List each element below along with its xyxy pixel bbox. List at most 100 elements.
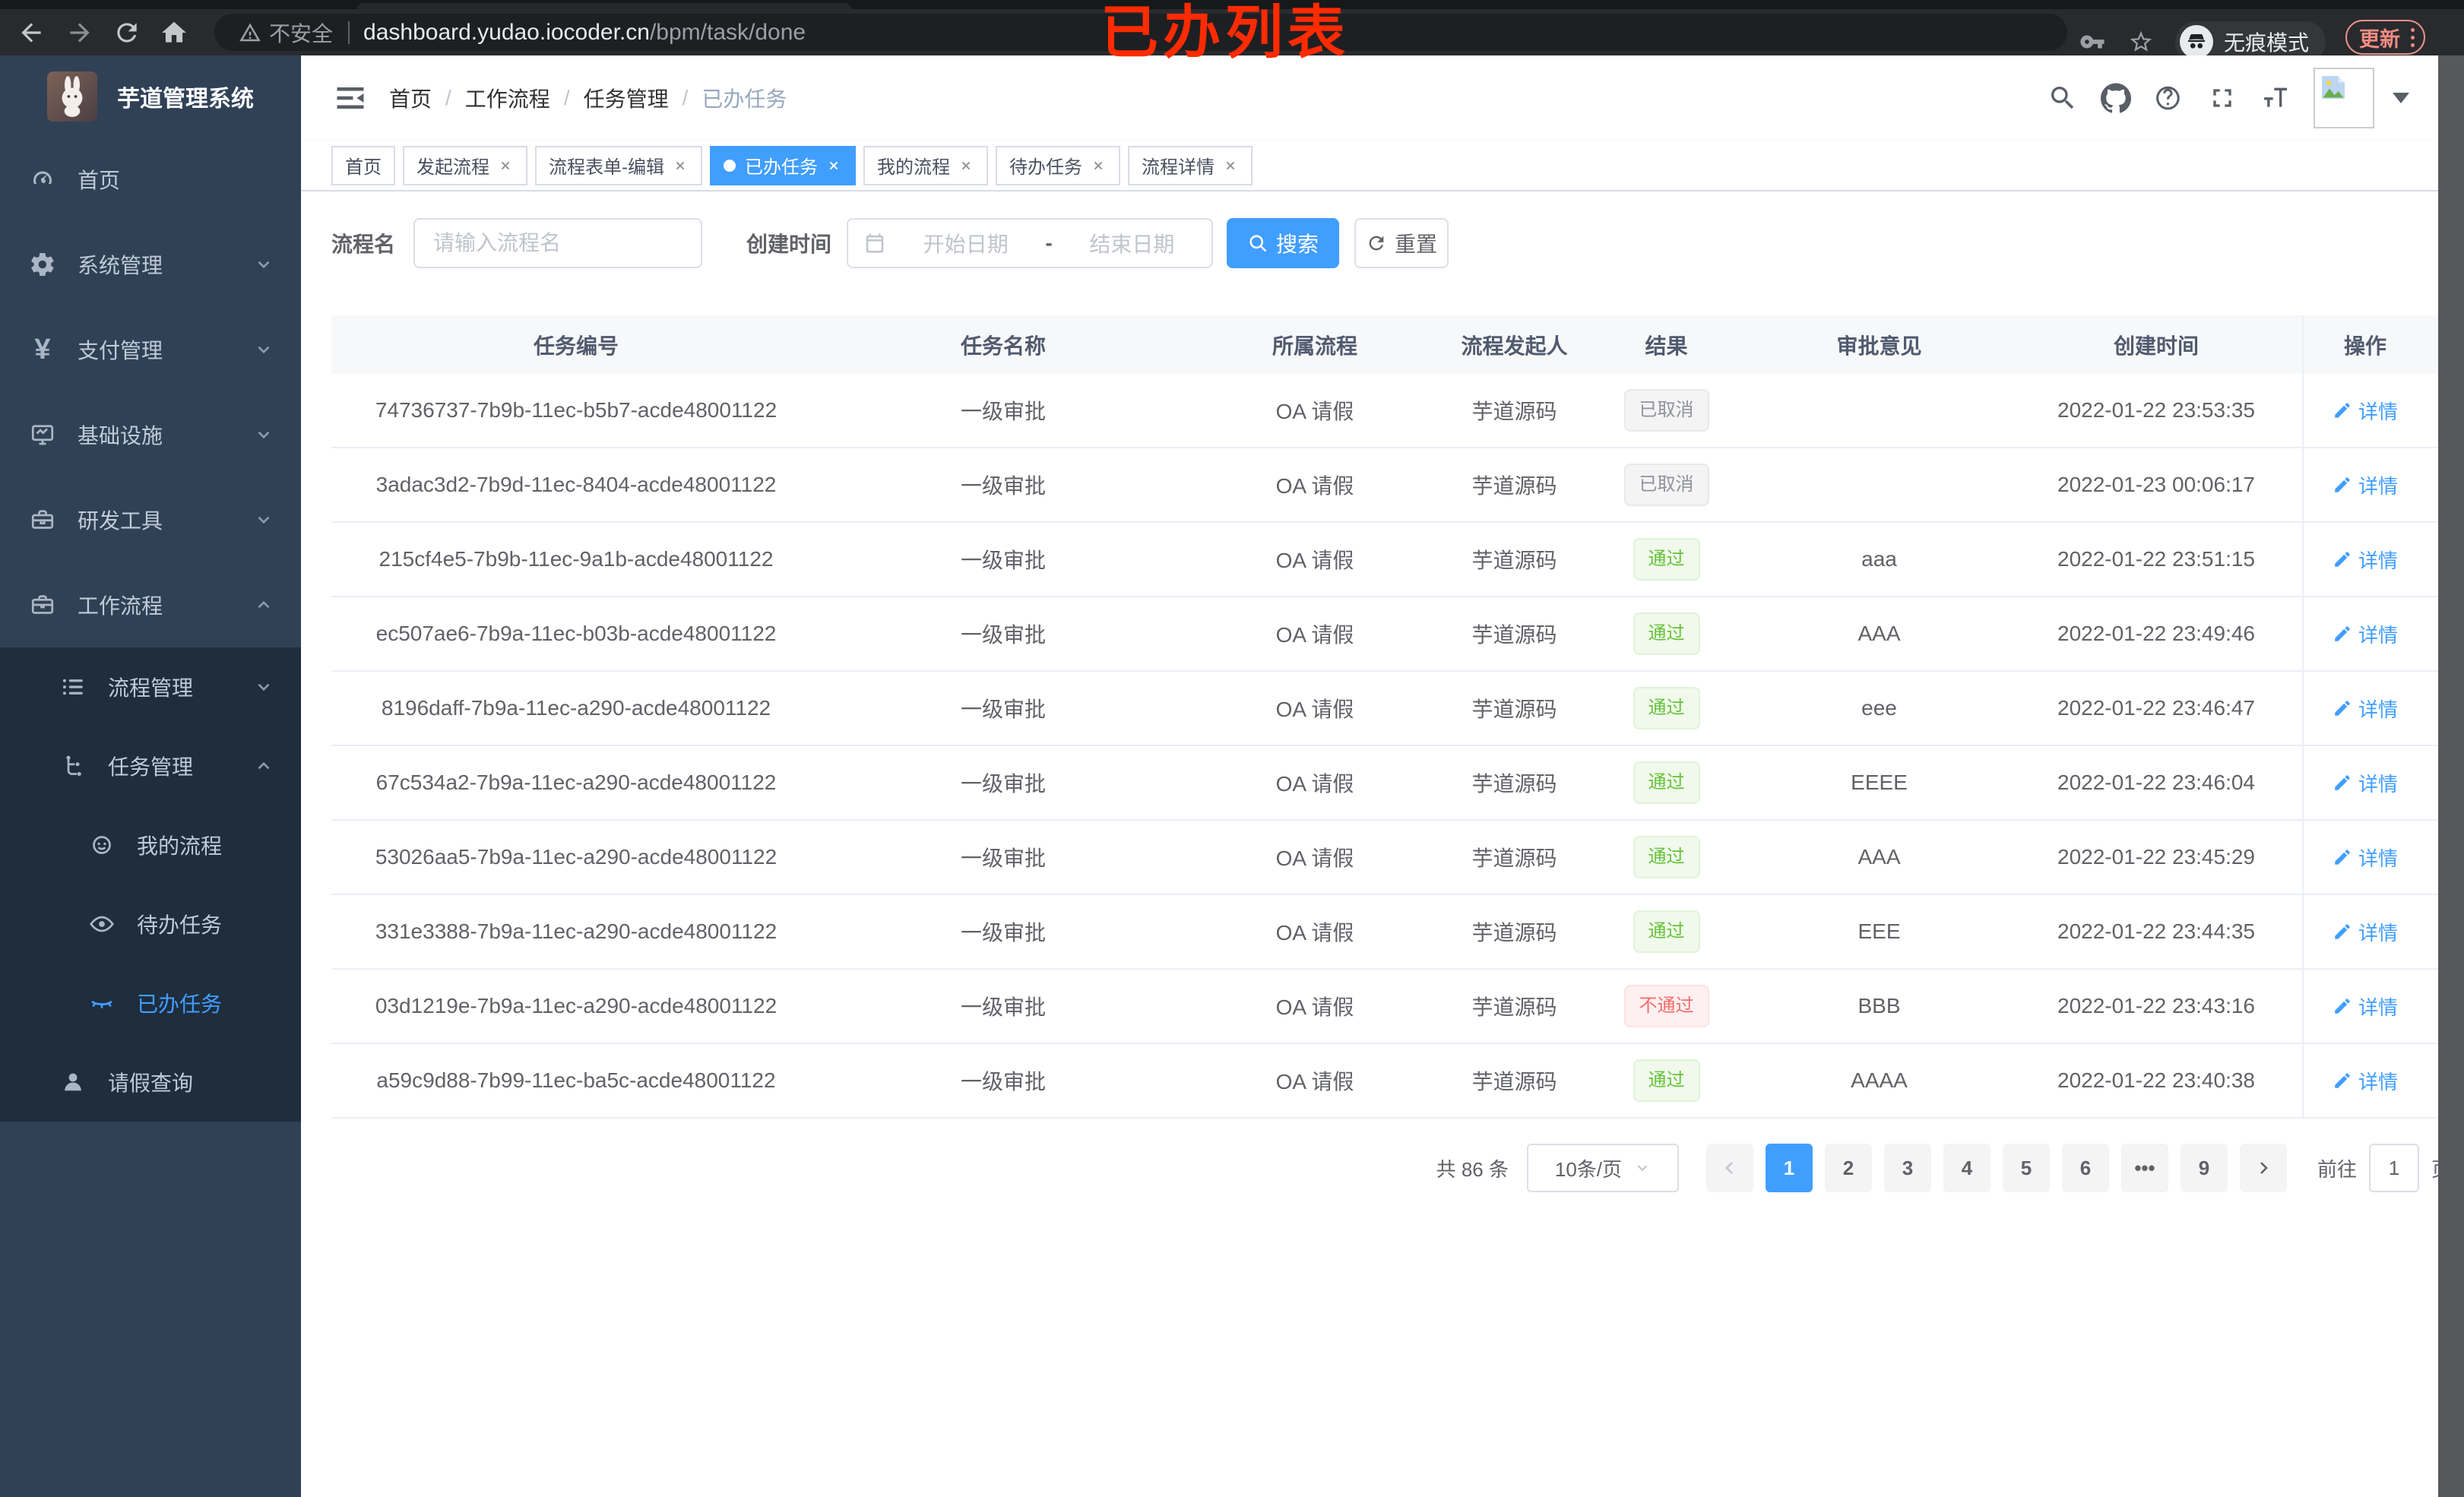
forward-icon[interactable] (65, 18, 94, 47)
browser-tab[interactable] (357, 3, 851, 9)
page-button-5[interactable]: 5 (2002, 1144, 2050, 1192)
status-badge: 通过 (1633, 687, 1700, 730)
browser-scrollbar[interactable] (2438, 55, 2464, 1497)
breadcrumb-home[interactable]: 首页 (389, 83, 432, 113)
table-row: a59c9d88-7b99-11ec-ba5c-acde48001122 一级审… (331, 1044, 2451, 1119)
help-icon[interactable] (2154, 83, 2184, 113)
sidebar-item-workflow[interactable]: 工作流程 (0, 562, 301, 647)
chevron-down-icon (258, 346, 270, 354)
page-button-9[interactable]: 9 (2180, 1144, 2228, 1192)
edit-pencil-icon (2335, 1073, 2350, 1088)
detail-link[interactable]: 详情 (2333, 620, 2398, 648)
page-button-2[interactable]: 2 (1824, 1144, 1872, 1192)
tab-done-tasks[interactable]: 已办任务 (710, 145, 856, 185)
search-icon[interactable] (2048, 83, 2078, 113)
sidebar-item-devtools[interactable]: 研发工具 (0, 477, 301, 562)
tab-start-process[interactable]: 发起流程 (403, 145, 527, 185)
edit-pencil-icon (2335, 850, 2350, 865)
navbar: 首页 / 工作流程 / 任务管理 / 已办任务 (301, 55, 2438, 141)
close-icon[interactable] (825, 157, 842, 174)
close-icon[interactable] (497, 157, 514, 174)
close-icon[interactable] (672, 157, 689, 174)
font-size-icon[interactable] (2260, 83, 2291, 113)
avatar-caret-icon[interactable] (2393, 93, 2409, 103)
next-page-button[interactable] (2239, 1144, 2287, 1192)
github-icon[interactable] (2101, 83, 2131, 113)
sidebar-item-home[interactable]: 首页 (0, 137, 301, 222)
tab-process-detail[interactable]: 流程详情 (1128, 145, 1253, 185)
incognito-icon (2187, 34, 2206, 49)
close-icon[interactable] (958, 157, 974, 174)
detail-link[interactable]: 详情 (2333, 546, 2398, 574)
fullscreen-icon[interactable] (2207, 83, 2238, 113)
page-button-4[interactable]: 4 (1943, 1144, 1991, 1192)
detail-link[interactable]: 详情 (2333, 397, 2398, 425)
sidebar-item-my-process[interactable]: 我的流程 (0, 805, 301, 885)
sidebar-item-system[interactable]: 系统管理 (0, 222, 301, 307)
goto-page-input[interactable] (2368, 1144, 2419, 1192)
sidebar-item-todo-tasks[interactable]: 待办任务 (0, 885, 301, 964)
detail-link[interactable]: 详情 (2333, 918, 2398, 946)
tab-my-process[interactable]: 我的流程 (863, 145, 988, 185)
end-date-placeholder[interactable]: 结束日期 (1053, 228, 1211, 258)
page-button-3[interactable]: 3 (1883, 1144, 1931, 1192)
security-label[interactable]: 不安全 (269, 17, 333, 48)
chevron-right-icon (2260, 1162, 2268, 1174)
reset-button[interactable]: 重置 (1354, 218, 1449, 268)
monitor-icon (31, 425, 54, 445)
home-icon[interactable] (160, 18, 188, 47)
sidebar-item-task-mgmt[interactable]: 任务管理 (0, 726, 301, 805)
breadcrumb-task-mgmt[interactable]: 任务管理 (584, 83, 669, 113)
detail-link[interactable]: 详情 (2333, 1067, 2398, 1095)
detail-link[interactable]: 详情 (2333, 471, 2398, 499)
reload-icon[interactable] (112, 18, 141, 47)
page-button-1[interactable]: 1 (1765, 1144, 1813, 1192)
page-ellipsis[interactable]: ••• (2120, 1144, 2168, 1192)
detail-link[interactable]: 详情 (2333, 992, 2398, 1021)
breadcrumb-workflow[interactable]: 工作流程 (465, 83, 550, 113)
sidebar-item-payment[interactable]: ¥ 支付管理 (0, 307, 301, 392)
edit-pencil-icon (2335, 552, 2350, 567)
process-name-input[interactable] (413, 218, 703, 268)
sidebar-item-process-mgmt[interactable]: 流程管理 (0, 647, 301, 726)
bookmark-star-icon[interactable] (2128, 29, 2154, 55)
password-key-icon[interactable] (2079, 29, 2105, 55)
hamburger-icon[interactable] (334, 82, 366, 114)
edit-pencil-icon (2335, 775, 2350, 790)
avatar[interactable] (2314, 68, 2374, 128)
browser-menu-icon[interactable] (2411, 27, 2415, 47)
table-row: 53026aa5-7b9a-11ec-a290-acde48001122 一级审… (331, 821, 2451, 895)
detail-link[interactable]: 详情 (2333, 695, 2398, 723)
chevron-down-icon (258, 683, 270, 692)
date-range-picker[interactable]: 开始日期 - 结束日期 (847, 218, 1214, 268)
table-row: 74736737-7b9b-11ec-b5b7-acde48001122 一级审… (331, 374, 2451, 448)
list-icon (62, 679, 83, 695)
tab-form-edit[interactable]: 流程表单-编辑 (535, 145, 702, 185)
close-icon[interactable] (1222, 157, 1239, 174)
edit-pencil-icon (2335, 626, 2350, 641)
sidebar-item-done-tasks[interactable]: 已办任务 (0, 964, 301, 1043)
process-name-label: 流程名 (331, 233, 396, 256)
sidebar-item-infra[interactable]: 基础设施 (0, 392, 301, 477)
page-size-select[interactable]: 10条/页 (1526, 1144, 1679, 1192)
broken-image-icon (2322, 76, 2345, 99)
url-path: /bpm/task/done (649, 19, 806, 45)
pagination: 共 86 条 10条/页 1 2 3 4 5 6 ••• 9 前往 页 (331, 1144, 2451, 1192)
back-icon[interactable] (17, 18, 46, 47)
search-button[interactable]: 搜索 (1227, 218, 1340, 268)
face-icon (93, 836, 111, 854)
tab-todo-tasks[interactable]: 待办任务 (996, 145, 1120, 185)
detail-link[interactable]: 详情 (2333, 769, 2398, 797)
page-button-6[interactable]: 6 (2061, 1144, 2109, 1192)
tab-home[interactable]: 首页 (331, 145, 395, 185)
rabbit-icon (62, 75, 83, 117)
sidebar-item-leave-query[interactable]: 请假查询 (0, 1043, 301, 1122)
detail-link[interactable]: 详情 (2333, 843, 2398, 872)
status-badge: 通过 (1633, 910, 1700, 953)
chevron-left-icon (1725, 1162, 1733, 1174)
logo-row[interactable]: 芋道管理系统 (0, 55, 301, 137)
prev-page-button[interactable] (1705, 1144, 1753, 1192)
close-icon[interactable] (1090, 157, 1107, 174)
start-date-placeholder[interactable]: 开始日期 (886, 228, 1045, 258)
browser-update-button[interactable]: 更新 (2345, 20, 2425, 55)
